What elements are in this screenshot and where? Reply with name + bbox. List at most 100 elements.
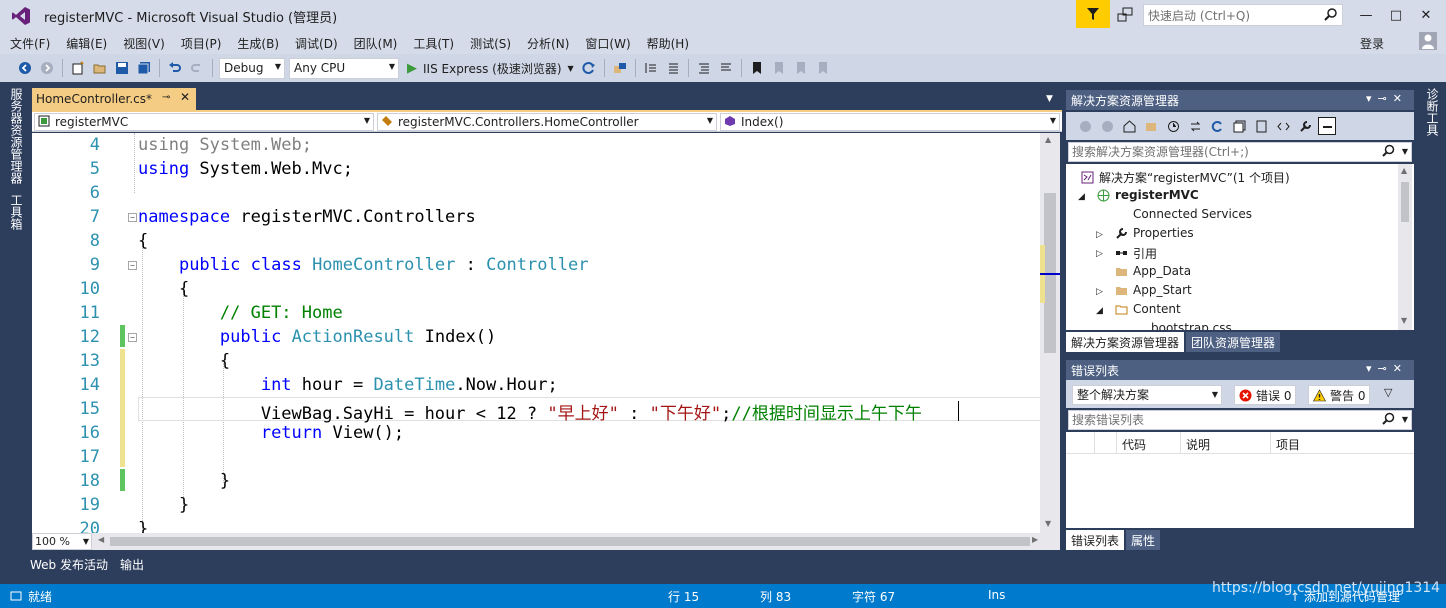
refresh-icon[interactable]	[1208, 117, 1226, 135]
menu-build[interactable]: 生成(B)	[227, 35, 285, 52]
zoom-select[interactable]: 100 % ▼	[32, 533, 92, 550]
collapsed-arrow-icon[interactable]: ▷	[1096, 249, 1103, 259]
collapse-all-icon[interactable]	[1230, 117, 1248, 135]
browser-link-icon[interactable]	[611, 59, 629, 77]
minimize-button[interactable]: —	[1352, 4, 1380, 26]
collapse-namespace-icon[interactable]: −	[128, 213, 137, 222]
tree-item-properties[interactable]: Properties	[1114, 226, 1194, 240]
horizontal-scroll-thumb[interactable]	[110, 537, 1030, 546]
member-select[interactable]: Index() ▼	[720, 113, 1060, 131]
column-header-project[interactable]: 项目	[1276, 436, 1300, 453]
scroll-left-icon[interactable]: ◀	[98, 535, 104, 544]
menu-test[interactable]: 测试(S)	[460, 35, 517, 52]
save-all-icon[interactable]	[135, 59, 153, 77]
toolbox-tab[interactable]: 工具箱	[8, 194, 25, 230]
scroll-up-icon[interactable]: ▲	[1401, 166, 1407, 175]
step-into-icon[interactable]	[642, 59, 660, 77]
view-code-icon[interactable]	[1274, 117, 1292, 135]
home-icon[interactable]	[1120, 117, 1138, 135]
solution-tree-scrollbar[interactable]: ▲ ▼	[1398, 164, 1412, 330]
notification-filter-icon[interactable]	[1076, 0, 1110, 28]
tree-item-app-start[interactable]: App_Start	[1114, 283, 1192, 297]
tree-item-app-data[interactable]: App_Data	[1114, 264, 1191, 278]
tab-error-list[interactable]: 错误列表	[1066, 530, 1125, 550]
new-project-icon[interactable]	[69, 59, 87, 77]
scroll-down-icon[interactable]: ▼	[1401, 316, 1407, 325]
warnings-filter-button[interactable]: 警告 0	[1308, 385, 1371, 405]
tab-solution-explorer[interactable]: 解决方案资源管理器	[1066, 332, 1185, 352]
collapse-class-icon[interactable]: −	[128, 261, 137, 270]
project-select[interactable]: registerMVC ▼	[34, 113, 374, 131]
pending-changes-icon[interactable]	[1164, 117, 1182, 135]
comment-icon[interactable]	[695, 59, 713, 77]
errors-filter-button[interactable]: 错误 0	[1234, 385, 1297, 405]
forward-icon[interactable]	[38, 59, 56, 77]
column-header-code[interactable]: 代码	[1122, 436, 1146, 453]
feedback-icon[interactable]	[1116, 6, 1134, 24]
next-bookmark-icon[interactable]	[792, 59, 810, 77]
panel-window-buttons[interactable]: ▾⊸✕	[1366, 362, 1408, 375]
login-link[interactable]: 登录	[1360, 35, 1384, 52]
save-icon[interactable]	[113, 59, 131, 77]
tree-item-references[interactable]: 引用	[1114, 245, 1157, 262]
step-over-icon[interactable]	[664, 59, 682, 77]
solution-platform-select[interactable]: Any CPU ▼	[289, 57, 399, 79]
collapse-method-icon[interactable]: −	[128, 333, 137, 342]
properties-wrench-icon[interactable]	[1296, 117, 1314, 135]
menu-window[interactable]: 窗口(W)	[575, 35, 636, 52]
tree-item-solution[interactable]: 解决方案“registerMVC”(1 个项目)	[1080, 169, 1290, 186]
tree-item-bootstrap-css[interactable]: bootstrap.css	[1132, 321, 1232, 330]
solution-configuration-select[interactable]: Debug ▼	[219, 57, 285, 79]
refresh-browser-icon[interactable]	[580, 59, 598, 77]
scroll-right-icon[interactable]: ▶	[1032, 535, 1038, 544]
solution-explorer-search-input[interactable]: 搜索解决方案资源管理器(Ctrl+;) ▼	[1068, 142, 1412, 162]
tree-item-content[interactable]: Content	[1114, 302, 1181, 316]
maximize-button[interactable]: □	[1382, 4, 1410, 26]
menu-debug[interactable]: 调试(D)	[285, 35, 344, 52]
editor-horizontal-scrollbar[interactable]: 100 % ▼ ◀ ▶	[32, 533, 1060, 550]
switch-views-icon[interactable]	[1142, 117, 1160, 135]
tab-output[interactable]: 输出	[120, 556, 144, 576]
forward-icon[interactable]	[1098, 117, 1116, 135]
uncomment-icon[interactable]	[717, 59, 735, 77]
bookmark-icon[interactable]	[748, 59, 766, 77]
redo-icon[interactable]	[188, 59, 206, 77]
class-select[interactable]: registerMVC.Controllers.HomeController ▼	[377, 113, 717, 131]
code-editor[interactable]: 4 5 6 7 8 9 10 11 12 13 14 15 16 17 18 1…	[32, 133, 1040, 533]
back-icon[interactable]	[16, 59, 34, 77]
start-debugging-button[interactable]: ▶ IIS Express (极速浏览器) ▼	[407, 60, 574, 77]
chevron-down-icon[interactable]: ▼	[1402, 411, 1408, 429]
diagnostic-tools-tab[interactable]: 诊断工具	[1424, 88, 1441, 136]
tab-properties[interactable]: 属性	[1126, 530, 1161, 550]
menu-edit[interactable]: 编辑(E)	[56, 35, 113, 52]
server-explorer-tab[interactable]: 服务器资源管理器	[8, 88, 25, 184]
expanded-arrow-icon[interactable]: ◢	[1078, 192, 1085, 202]
menu-team[interactable]: 团队(M)	[344, 35, 404, 52]
scroll-up-icon[interactable]: ▲	[1045, 135, 1051, 144]
panel-window-buttons[interactable]: ▾⊸✕	[1366, 92, 1408, 105]
pin-icon[interactable]: ⊸	[162, 92, 170, 103]
error-scope-select[interactable]: 整个解决方案 ▼	[1072, 385, 1222, 405]
close-button[interactable]: ✕	[1412, 4, 1440, 26]
scroll-thumb[interactable]	[1401, 182, 1409, 222]
open-folder-icon[interactable]	[91, 59, 109, 77]
menu-project[interactable]: 项目(P)	[171, 35, 228, 52]
more-icon[interactable]: ▽	[1384, 386, 1392, 399]
show-all-files-icon[interactable]	[1252, 117, 1270, 135]
menu-analyze[interactable]: 分析(N)	[517, 35, 575, 52]
clear-bookmarks-icon[interactable]	[814, 59, 832, 77]
tree-item-connected-services[interactable]: Connected Services	[1114, 207, 1252, 221]
prev-bookmark-icon[interactable]	[770, 59, 788, 77]
tab-homecontroller[interactable]: HomeController.cs* ⊸ ✕	[32, 88, 196, 110]
collapsed-arrow-icon[interactable]: ▷	[1096, 287, 1103, 297]
column-header-description[interactable]: 说明	[1186, 436, 1210, 453]
add-to-source-control-button[interactable]: ↑ 添加到源代码管理	[1290, 588, 1400, 605]
close-tab-icon[interactable]: ✕	[180, 90, 190, 104]
tree-item-project[interactable]: registerMVC	[1096, 188, 1199, 202]
undo-icon[interactable]	[166, 59, 184, 77]
menu-tools[interactable]: 工具(T)	[403, 35, 460, 52]
quick-launch-input[interactable]: 快速启动 (Ctrl+Q)	[1143, 4, 1343, 26]
expanded-arrow-icon[interactable]: ◢	[1096, 306, 1103, 316]
back-icon[interactable]	[1076, 117, 1094, 135]
menu-help[interactable]: 帮助(H)	[637, 35, 695, 52]
